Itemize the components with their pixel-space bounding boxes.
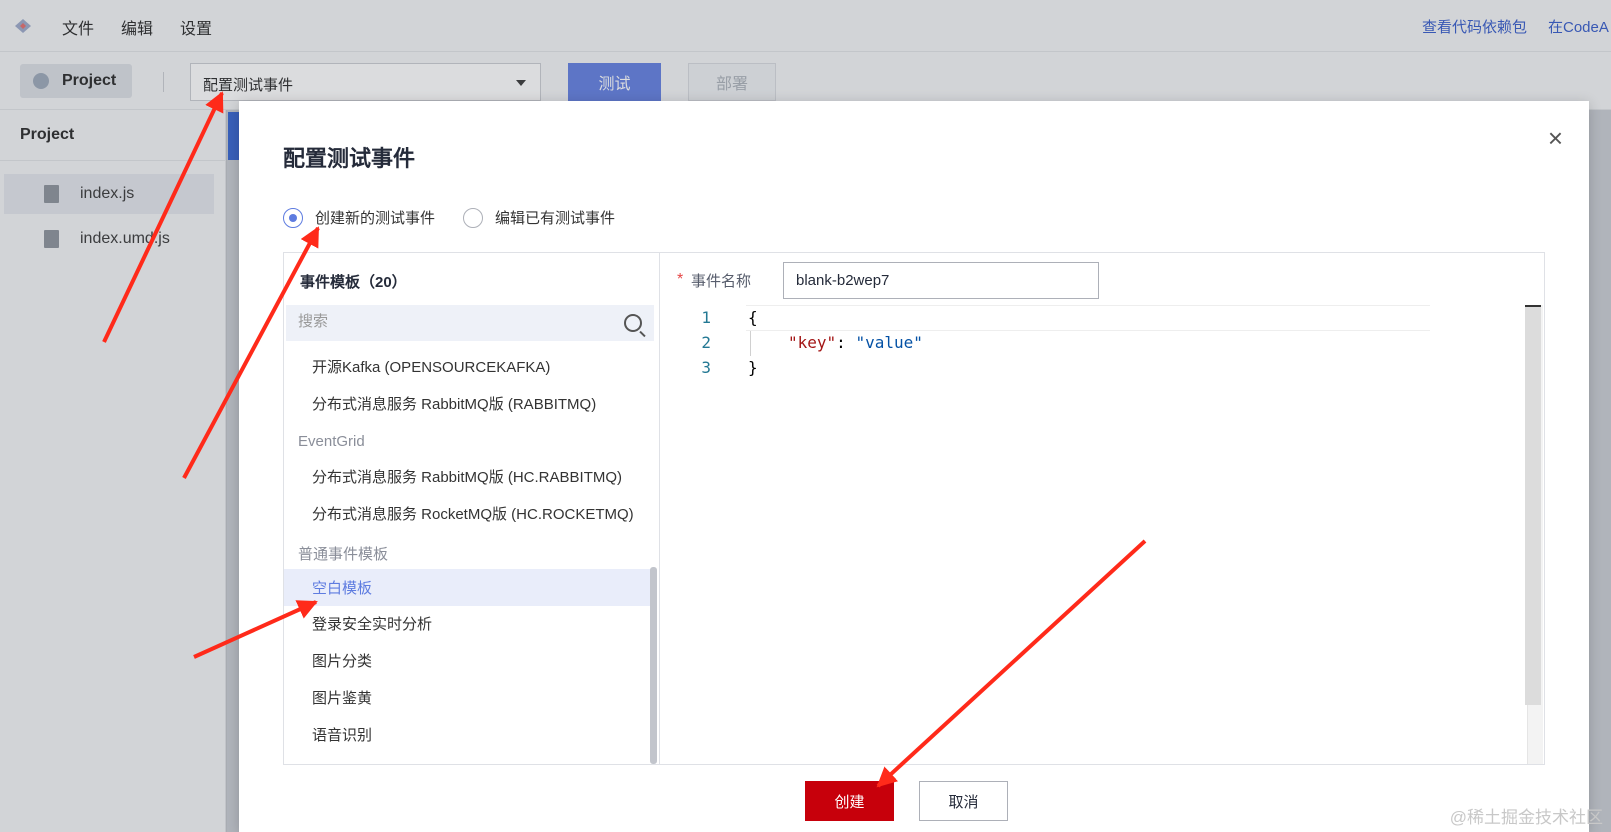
- code-line: 2 "key": "value": [661, 330, 923, 355]
- event-template-title: 事件模板（20）: [300, 274, 407, 291]
- line-number: 3: [701, 358, 711, 377]
- template-item-label: 登录安全实时分析: [312, 616, 433, 633]
- template-item-rabbitmq[interactable]: 分布式消息服务 RabbitMQ版 (RABBITMQ): [284, 385, 652, 422]
- template-item-hc-rocketmq[interactable]: 分布式消息服务 RocketMQ版 (HC.ROCKETMQ): [284, 495, 652, 532]
- indent-guide: [750, 331, 751, 356]
- editor-scrollbar-thumb[interactable]: [1525, 305, 1541, 705]
- code-text: {: [748, 308, 758, 327]
- template-item-speech-recognition[interactable]: 语音识别: [284, 716, 652, 753]
- template-item-label: 分布式消息服务 RabbitMQ版 (RABBITMQ): [312, 396, 597, 413]
- template-group-common: 普通事件模板: [298, 546, 389, 563]
- code-text: }: [748, 358, 758, 377]
- template-item-label: 图片分类: [312, 653, 373, 670]
- radio-create-new-event[interactable]: [283, 207, 303, 228]
- template-item-opensourcekafka[interactable]: 开源Kafka (OPENSOURCEKAFKA): [284, 348, 652, 385]
- radio-edit-existing-event-label[interactable]: 编辑已有测试事件: [495, 207, 615, 228]
- template-item-image-moderation[interactable]: 图片鉴黄: [284, 679, 652, 716]
- code-text: "key": "value": [788, 333, 923, 352]
- template-item-label: 空白模板: [312, 580, 373, 597]
- template-list-scrollbar[interactable]: [650, 567, 657, 764]
- json-value: "value": [855, 333, 923, 352]
- template-search-input[interactable]: [298, 313, 598, 330]
- radio-edit-existing-event[interactable]: [463, 207, 484, 228]
- template-group-eventgrid: EventGrid: [298, 433, 365, 450]
- watermark: @稀土掘金技术社区: [1449, 808, 1603, 827]
- event-editor-panel: * 事件名称 1 { 2 "key": "value" 3 }: [661, 253, 1545, 764]
- radio-create-new-event-label[interactable]: 创建新的测试事件: [315, 207, 435, 228]
- template-item-blank[interactable]: 空白模板: [284, 569, 652, 606]
- current-line-highlight: [746, 305, 1430, 331]
- template-item-label: 语音识别: [312, 727, 373, 744]
- template-item-label: 开源Kafka (OPENSOURCEKAFKA): [312, 359, 551, 376]
- required-marker: *: [677, 271, 684, 288]
- template-item-label: 分布式消息服务 RabbitMQ版 (HC.RABBITMQ): [312, 469, 623, 486]
- close-icon[interactable]: ×: [1548, 123, 1563, 154]
- dialog-title: 配置测试事件: [283, 146, 416, 171]
- event-name-label: 事件名称: [691, 273, 752, 290]
- search-icon[interactable]: [624, 314, 642, 332]
- event-mode-radio-group: 创建新的测试事件 编辑已有测试事件: [283, 207, 643, 228]
- code-line: 1 {: [661, 305, 757, 330]
- template-item-login-security[interactable]: 登录安全实时分析: [284, 605, 652, 642]
- event-template-panel: 事件模板（20） 开源Kafka (OPENSOURCEKAFKA) 分布式消息…: [284, 253, 660, 764]
- template-search: [286, 305, 654, 341]
- template-item-label: 图片鉴黄: [312, 690, 373, 707]
- editor-scrollbar-track[interactable]: [1525, 305, 1543, 764]
- event-json-editor[interactable]: 1 { 2 "key": "value" 3 }: [661, 305, 1545, 764]
- line-number: 2: [701, 333, 711, 352]
- template-item-label: 分布式消息服务 RocketMQ版 (HC.ROCKETMQ): [312, 506, 634, 523]
- event-config-panel: 事件模板（20） 开源Kafka (OPENSOURCEKAFKA) 分布式消息…: [283, 252, 1545, 765]
- cancel-button[interactable]: 取消: [919, 781, 1008, 821]
- template-item-hc-rabbitmq[interactable]: 分布式消息服务 RabbitMQ版 (HC.RABBITMQ): [284, 458, 652, 495]
- template-item-image-classification[interactable]: 图片分类: [284, 642, 652, 679]
- create-button[interactable]: 创建: [805, 781, 894, 821]
- json-key: "key": [788, 333, 837, 352]
- code-line: 3 }: [661, 355, 757, 380]
- configure-test-event-dialog: 配置测试事件 × 创建新的测试事件 编辑已有测试事件 事件模板（20） 开源Ka…: [239, 101, 1589, 832]
- json-separator: :: [836, 333, 856, 352]
- line-number: 1: [701, 308, 711, 327]
- event-name-input[interactable]: [783, 262, 1099, 299]
